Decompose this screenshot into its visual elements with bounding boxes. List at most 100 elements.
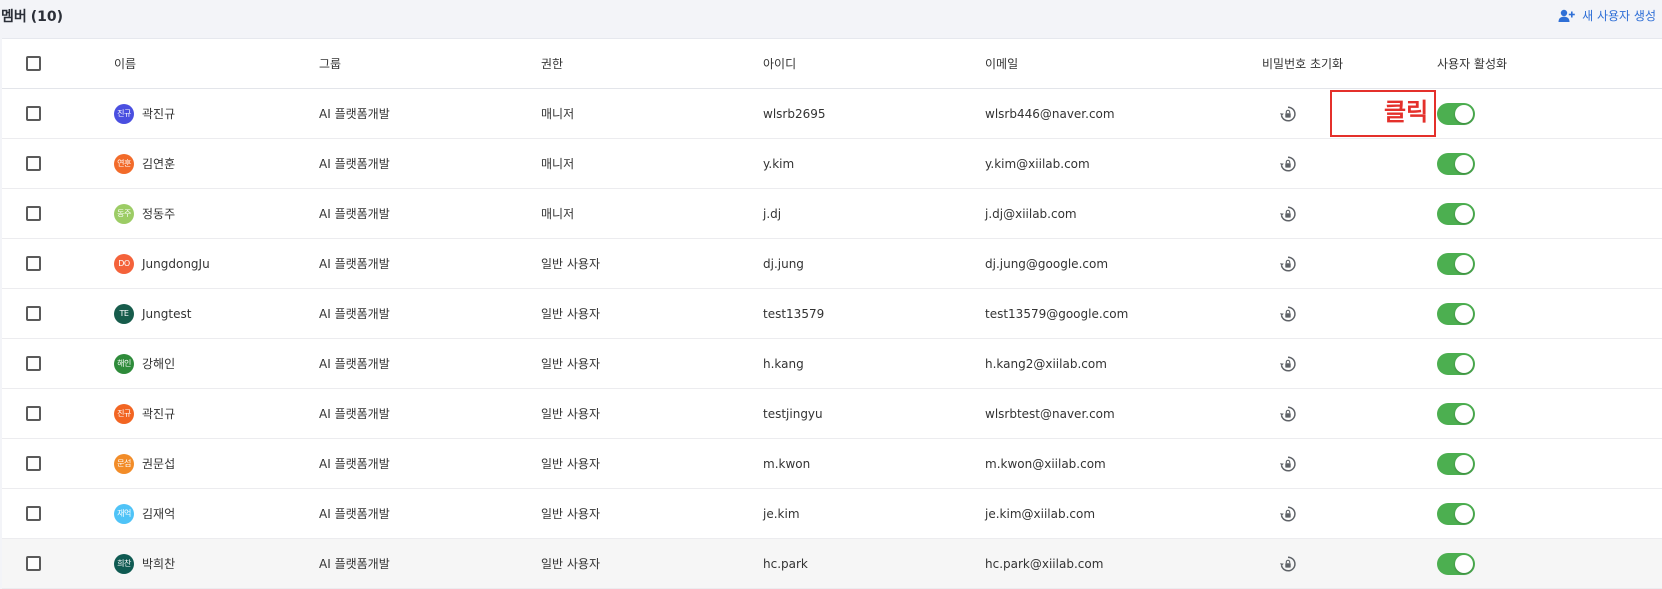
email-cell: test13579@google.com: [985, 288, 1262, 339]
row-checkbox[interactable]: [26, 406, 41, 421]
name-cell: DO JungdongJu: [114, 238, 319, 289]
lock-reset-icon[interactable]: [1278, 404, 1298, 424]
user-id-cell: test13579: [763, 288, 985, 339]
email-cell: hc.park@xiilab.com: [985, 538, 1262, 589]
lock-reset-icon[interactable]: [1278, 554, 1298, 574]
column-header-activation: 사용자 활성화: [1437, 39, 1662, 89]
activation-cell: [1437, 138, 1662, 189]
lock-reset-icon[interactable]: [1278, 104, 1298, 124]
reset-password-cell: [1262, 388, 1437, 439]
user-id-cell: y.kim: [763, 138, 985, 189]
user-active-toggle[interactable]: [1437, 152, 1475, 175]
row-select-cell: [2, 238, 114, 289]
row-checkbox[interactable]: [26, 106, 41, 121]
column-header-name[interactable]: 이름: [114, 39, 319, 89]
user-name: JungdongJu: [142, 256, 210, 271]
user-active-toggle[interactable]: [1437, 202, 1475, 225]
group-cell: AI 플랫폼개발: [319, 488, 541, 539]
user-name: 박희찬: [142, 557, 176, 571]
table-row: 진규 곽진규 AI 플랫폼개발 일반 사용자 testjingyu wlsrbtest@n…: [2, 388, 1662, 439]
row-select-cell: [2, 538, 114, 589]
lock-reset-icon[interactable]: [1278, 354, 1298, 374]
name-cell: 동주 정동주: [114, 188, 319, 239]
user-name: 권문섭: [142, 457, 176, 471]
member-count: (10): [30, 9, 64, 25]
row-checkbox[interactable]: [26, 456, 41, 471]
email-cell: wlsrbtest@naver.com: [985, 388, 1262, 439]
lock-reset-icon[interactable]: [1278, 454, 1298, 474]
toggle-knob: [1455, 254, 1473, 273]
role-cell: 일반 사용자: [541, 288, 763, 339]
activation-cell: [1437, 388, 1662, 439]
select-all-checkbox[interactable]: [26, 56, 41, 71]
activation-cell: [1437, 488, 1662, 539]
toggle-knob: [1455, 454, 1473, 473]
new-user-button[interactable]: 새 사용자 생성: [1558, 7, 1656, 24]
avatar: 해인: [114, 353, 134, 374]
role-cell: 일반 사용자: [541, 338, 763, 389]
user-active-toggle[interactable]: [1437, 302, 1475, 325]
lock-reset-icon[interactable]: [1278, 504, 1298, 524]
group-cell: AI 플랫폼개발: [319, 338, 541, 389]
role-cell: 매니저: [541, 188, 763, 239]
activation-cell: [1437, 188, 1662, 239]
row-checkbox[interactable]: [26, 206, 41, 221]
name-cell: 재억 김재억: [114, 488, 319, 539]
user-id-cell: m.kwon: [763, 438, 985, 489]
user-active-toggle[interactable]: [1437, 102, 1475, 125]
group-cell: AI 플랫폼개발: [319, 438, 541, 489]
avatar: DO: [114, 253, 134, 274]
click-annotation-box: 클릭: [1330, 90, 1436, 137]
user-name: 정동주: [142, 207, 176, 221]
role-cell: 매니저: [541, 138, 763, 189]
row-checkbox[interactable]: [26, 506, 41, 521]
name-cell: 문섭 권문섭: [114, 438, 319, 489]
lock-reset-icon[interactable]: [1278, 204, 1298, 224]
row-checkbox[interactable]: [26, 306, 41, 321]
row-checkbox[interactable]: [26, 156, 41, 171]
table-row: 동주 정동주 AI 플랫폼개발 매니저 j.dj j.dj@xiilab.com: [2, 188, 1662, 239]
row-select-cell: [2, 288, 114, 339]
email-cell: wlsrb446@naver.com: [985, 88, 1262, 139]
column-header-email[interactable]: 이메일: [985, 39, 1262, 89]
table-row: DO JungdongJu AI 플랫폼개발 일반 사용자 dj.jung dj.jung…: [2, 238, 1662, 289]
row-checkbox[interactable]: [26, 356, 41, 371]
column-header-role[interactable]: 권한: [541, 39, 763, 89]
column-header-reset-password: 비밀번호 초기화: [1262, 39, 1437, 89]
table-row: 희찬 박희찬 AI 플랫폼개발 일반 사용자 hc.park hc.park@xiilab…: [2, 538, 1662, 589]
user-active-toggle[interactable]: [1437, 552, 1475, 575]
user-active-toggle[interactable]: [1437, 352, 1475, 375]
user-active-toggle[interactable]: [1437, 402, 1475, 425]
row-select-cell: [2, 438, 114, 489]
email-cell: m.kwon@xiilab.com: [985, 438, 1262, 489]
group-cell: AI 플랫폼개발: [319, 88, 541, 139]
role-cell: 일반 사용자: [541, 238, 763, 289]
new-user-label: 새 사용자 생성: [1582, 9, 1656, 23]
lock-reset-icon[interactable]: [1278, 154, 1298, 174]
reset-password-cell: [1262, 338, 1437, 389]
user-active-toggle[interactable]: [1437, 452, 1475, 475]
reset-password-cell: [1262, 488, 1437, 539]
user-id-cell: dj.jung: [763, 238, 985, 289]
reset-password-cell: [1262, 188, 1437, 239]
person-add-icon: [1558, 9, 1576, 23]
user-active-toggle[interactable]: [1437, 252, 1475, 275]
column-header-group[interactable]: 그룹: [319, 39, 541, 89]
group-cell: AI 플랫폼개발: [319, 538, 541, 589]
row-checkbox[interactable]: [26, 256, 41, 271]
user-active-toggle[interactable]: [1437, 502, 1475, 525]
column-header-id[interactable]: 아이디: [763, 39, 985, 89]
row-checkbox[interactable]: [26, 556, 41, 571]
email-cell: je.kim@xiilab.com: [985, 488, 1262, 539]
name-cell: 연훈 김연훈: [114, 138, 319, 189]
activation-cell: [1437, 88, 1662, 139]
header-select-all: [2, 39, 114, 89]
lock-reset-icon[interactable]: [1278, 254, 1298, 274]
user-id-cell: h.kang: [763, 338, 985, 389]
name-cell: 희찬 박희찬: [114, 538, 319, 589]
table-row: 재억 김재억 AI 플랫폼개발 일반 사용자 je.kim je.kim@xiilab.c…: [2, 488, 1662, 539]
table-row: TE Jungtest AI 플랫폼개발 일반 사용자 test13579 test135…: [2, 288, 1662, 339]
name-cell: 해인 강해인: [114, 338, 319, 389]
group-cell: AI 플랫폼개발: [319, 238, 541, 289]
lock-reset-icon[interactable]: [1278, 304, 1298, 324]
